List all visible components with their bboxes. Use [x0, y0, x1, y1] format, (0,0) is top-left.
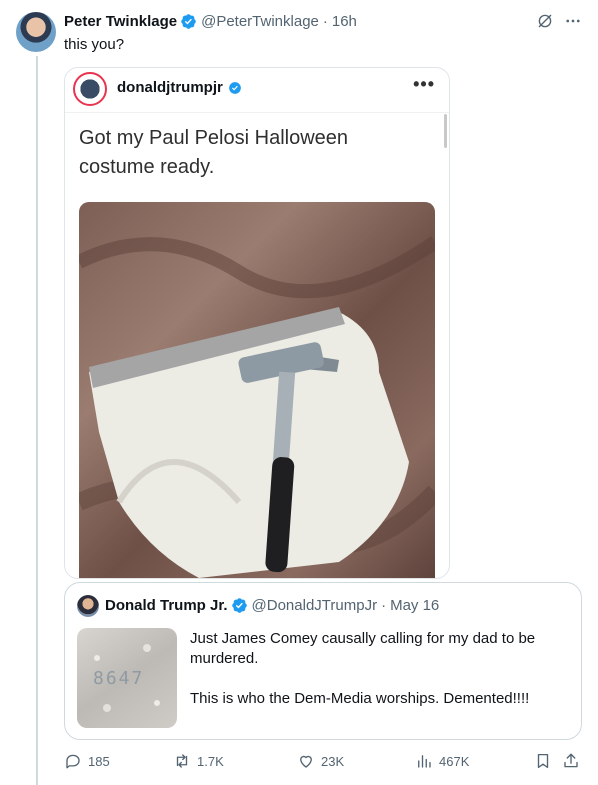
quoted-verified-badge-icon: [231, 598, 247, 613]
embedded-instagram-screenshot[interactable]: donaldjtrumpjr ••• Got my Paul Pelosi Ha…: [64, 67, 450, 579]
share-button[interactable]: [562, 752, 580, 770]
more-options-icon[interactable]: [564, 12, 582, 30]
views-button[interactable]: 467K: [415, 752, 469, 770]
reply-count: 185: [88, 753, 110, 769]
verified-badge-icon: [181, 14, 196, 29]
reply-button[interactable]: 185: [64, 752, 110, 770]
share-icon: [564, 753, 578, 768]
timestamp[interactable]: 16h: [332, 13, 357, 30]
reply-icon: [66, 754, 80, 769]
handle[interactable]: @PeterTwinklage: [201, 13, 319, 30]
action-bar: 185 1.7K 23K 467K: [64, 752, 580, 776]
like-count: 23K: [321, 753, 345, 769]
display-name[interactable]: Peter Twinklage: [64, 13, 177, 30]
bookmark-icon: [537, 753, 549, 769]
views-count: 467K: [439, 753, 470, 769]
thread-line: [36, 56, 38, 785]
repost-button[interactable]: 1.7K: [173, 752, 224, 770]
repost-icon: [176, 754, 188, 768]
quoted-paragraph-2: This is who the Dem-Media worships. Deme…: [190, 690, 530, 707]
quoted-header: Donald Trump Jr. @DonaldJTrumpJr · May 1…: [105, 597, 439, 614]
repost-count: 1.7K: [197, 753, 224, 769]
embed-more-icon: •••: [413, 74, 435, 94]
post-header: Peter Twinklage @PeterTwinklage · 16h: [64, 13, 357, 30]
quoted-text: Just James Comey causally calling for my…: [190, 629, 560, 729]
post-top-actions: [536, 12, 582, 30]
heart-icon: [300, 755, 312, 768]
embed-scrollbar: [444, 114, 447, 148]
post-text: this you?: [64, 36, 125, 53]
quoted-post[interactable]: Donald Trump Jr. @DonaldJTrumpJr · May 1…: [64, 582, 582, 740]
quoted-handle[interactable]: @DonaldJTrumpJr: [252, 597, 378, 614]
embed-caption: Got my Paul Pelosi Halloween costume rea…: [79, 127, 349, 178]
thumbnail-shell-digits: 8647: [93, 668, 144, 689]
quoted-display-name[interactable]: Donald Trump Jr.: [105, 597, 228, 614]
bookmark-button[interactable]: [534, 752, 552, 770]
embed-avatar: [73, 72, 107, 106]
quoted-avatar[interactable]: [77, 595, 99, 617]
avatar[interactable]: [16, 12, 56, 52]
like-button[interactable]: 23K: [297, 752, 344, 770]
shells-thumbnail-image: 8647: [93, 644, 160, 712]
embed-verified-icon: [228, 81, 241, 94]
quoted-image-thumbnail[interactable]: 8647: [77, 628, 177, 728]
embed-photo: [79, 202, 435, 578]
separator: ·: [322, 13, 328, 30]
embed-username: donaldjtrumpjr: [117, 79, 223, 96]
quoted-separator: ·: [381, 597, 387, 614]
underwear-hammer-image: [79, 236, 435, 578]
quoted-paragraph-1: Just James Comey causally calling for my…: [190, 630, 536, 667]
embed-username-row: donaldjtrumpjr: [117, 79, 242, 96]
views-icon: [418, 755, 431, 768]
grok-icon[interactable]: [536, 12, 554, 30]
quoted-date[interactable]: May 16: [390, 597, 439, 614]
embed-divider: [65, 112, 449, 113]
